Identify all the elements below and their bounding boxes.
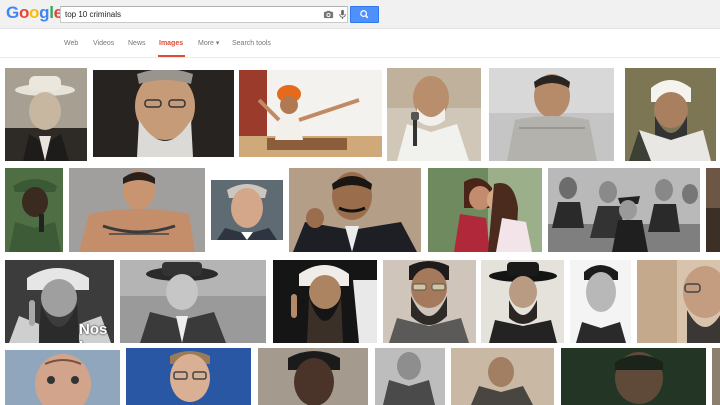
search-input[interactable]: top 10 criminals xyxy=(60,6,348,23)
image-caption-overlay: Nos I xyxy=(79,321,108,343)
logo-letter-o1: o xyxy=(18,3,30,22)
tab-web[interactable]: Web xyxy=(64,39,78,48)
image-result-7[interactable] xyxy=(5,168,63,252)
microphone-icon[interactable] xyxy=(337,9,348,20)
image-result-23[interactable] xyxy=(258,348,368,405)
search-nav: Web Videos News Images More ▾ Search too… xyxy=(0,29,720,58)
image-result-8[interactable] xyxy=(69,168,205,252)
image-result-5[interactable] xyxy=(489,68,614,161)
image-result-13[interactable] xyxy=(706,168,720,252)
image-result-15[interactable] xyxy=(120,260,266,343)
image-result-16[interactable] xyxy=(273,260,377,343)
image-result-4[interactable] xyxy=(387,68,481,161)
search-icon xyxy=(360,10,369,19)
camera-icon[interactable] xyxy=(323,9,334,20)
image-result-24[interactable] xyxy=(375,348,445,405)
search-query-text: top 10 criminals xyxy=(65,10,122,19)
image-result-11[interactable] xyxy=(428,168,542,252)
google-logo[interactable]: Google xyxy=(6,3,63,23)
image-result-19[interactable] xyxy=(570,260,631,343)
image-result-6[interactable] xyxy=(625,68,716,161)
image-result-20[interactable] xyxy=(637,260,720,343)
image-result-10[interactable] xyxy=(289,168,421,252)
tab-images[interactable]: Images xyxy=(159,39,183,48)
image-result-21[interactable] xyxy=(5,350,120,405)
image-result-27[interactable] xyxy=(712,348,720,405)
search-button[interactable] xyxy=(350,6,379,23)
tab-videos[interactable]: Videos xyxy=(93,39,114,48)
image-result-18[interactable] xyxy=(481,260,564,343)
search-tools-button[interactable]: Search tools xyxy=(232,39,271,48)
logo-letter-g: G xyxy=(6,3,19,22)
top-bar: Google top 10 criminals xyxy=(0,0,720,29)
image-result-3[interactable] xyxy=(239,70,382,157)
image-result-26[interactable] xyxy=(561,348,706,405)
image-result-22[interactable] xyxy=(126,348,251,405)
image-result-9[interactable] xyxy=(211,180,283,240)
tab-news[interactable]: News xyxy=(128,39,146,48)
image-results-grid: Nos I xyxy=(0,58,720,405)
tab-more[interactable]: More ▾ xyxy=(198,39,219,48)
image-result-14[interactable]: Nos I xyxy=(5,260,114,343)
image-result-17[interactable] xyxy=(383,260,476,343)
image-result-2[interactable] xyxy=(93,70,234,157)
logo-letter-o2: o xyxy=(29,3,40,22)
image-result-1[interactable] xyxy=(5,68,87,161)
image-result-12[interactable] xyxy=(548,168,700,252)
logo-letter-g2: g xyxy=(39,3,50,22)
image-result-25[interactable] xyxy=(451,348,554,405)
active-tab-indicator xyxy=(158,55,185,57)
